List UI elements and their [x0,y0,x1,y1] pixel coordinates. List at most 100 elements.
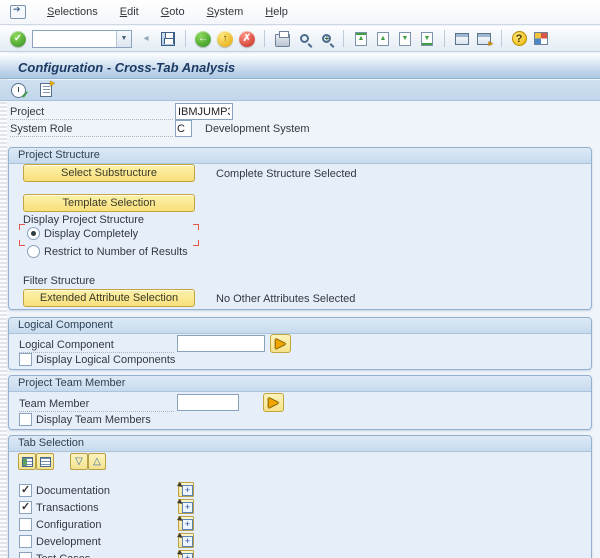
create-shortcut-button[interactable] [474,29,494,49]
attribute-status: No Other Attributes Selected [216,293,355,305]
find-button[interactable] [294,29,314,49]
logical-component-label: Logical Component [19,338,174,353]
tab-detail-button[interactable] [178,550,194,558]
tab-label-configuration[interactable]: Configuration [36,519,101,531]
deselect-all-button[interactable] [36,453,54,470]
command-input[interactable] [33,33,116,45]
substructure-status: Complete Structure Selected [216,168,357,180]
system-menu-icon[interactable] [10,5,26,19]
tab-checkbox-configuration[interactable] [19,518,32,531]
logical-component-title: Logical Component [9,318,591,334]
toolbar-separator [444,30,445,47]
display-project-structure-heading: Display Project Structure [23,214,144,226]
template-selection-button[interactable]: Template Selection [23,194,195,212]
team-member-multi-select-button[interactable]: ▶ [263,393,284,412]
page-up-button[interactable]: ▲ [373,29,393,49]
exit-icon: ↑ [217,31,233,47]
project-input[interactable] [175,103,233,120]
display-logical-components-label[interactable]: Display Logical Components [36,354,175,366]
cancel-button[interactable]: ✗ [237,29,257,49]
tab-selection-title: Tab Selection [9,436,591,452]
execute-button[interactable] [8,80,28,100]
first-page-button[interactable]: ▲ [351,29,371,49]
system-role-label: System Role [10,122,173,137]
system-role-text: Development System [205,123,310,135]
toolbar-separator [264,30,265,47]
tab-checkbox-development[interactable] [19,535,32,548]
find-next-icon [322,34,331,43]
print-button[interactable] [272,29,292,49]
page-down-button[interactable]: ▼ [395,29,415,49]
tab-label-test-cases[interactable]: Test Cases [36,553,90,558]
radio-restrict-results-label[interactable]: Restrict to Number of Results [44,246,188,258]
select-all-button[interactable] [18,453,36,470]
team-member-label: Team Member [19,397,174,412]
customize-layout-button[interactable] [531,29,551,49]
menu-edit[interactable]: Edit [109,2,150,22]
back-button[interactable]: ← [193,29,213,49]
filter-up-button[interactable]: △ [88,453,106,470]
radio-display-completely-label[interactable]: Display Completely [44,228,138,240]
system-role-input[interactable] [175,120,192,137]
last-page-icon: ▼ [421,32,433,46]
exit-button[interactable]: ↑ [215,29,235,49]
tab-label-transactions[interactable]: Transactions [36,502,99,514]
application-toolbar [0,80,600,101]
arrow-right-icon: ▶ [276,336,285,350]
arrow-right-icon: ▶ [269,395,278,409]
tab-label-documentation[interactable]: Documentation [36,485,110,497]
standard-toolbar: ✓ ▼ ◂ ← ↑ ✗ ▲ ▲ ▼ ▼ ? [0,26,600,52]
sap-window: Selections Edit Goto System Help ✓ ▼ ◂ ←… [0,0,600,558]
collapse-command-button[interactable]: ◂ [136,29,156,49]
tab-detail-button[interactable] [178,482,194,497]
new-session-button[interactable] [452,29,472,49]
command-field[interactable]: ▼ [32,30,132,48]
filter-down-icon: ▽ [75,457,83,467]
tab-detail-button[interactable] [178,499,194,514]
tab-checkbox-test-cases[interactable] [19,552,32,558]
display-logical-components-checkbox[interactable] [19,353,32,366]
toolbar-separator [185,30,186,47]
menu-help[interactable]: Help [254,2,299,22]
back-icon: ← [195,31,211,47]
menu-selections[interactable]: Selections [36,2,109,22]
extended-attribute-selection-button[interactable]: Extended Attribute Selection [23,289,195,307]
tab-checkbox-documentation[interactable] [19,484,32,497]
filter-down-button[interactable]: ▽ [70,453,88,470]
team-member-input[interactable] [177,394,239,411]
help-button[interactable]: ? [509,29,529,49]
menu-system[interactable]: System [196,2,255,22]
project-structure-group: Project Structure Select Substructure Co… [8,147,592,310]
logical-component-input[interactable] [177,335,265,352]
last-page-button[interactable]: ▼ [417,29,437,49]
enter-button[interactable]: ✓ [8,29,28,49]
chevron-down-icon[interactable]: ▼ [116,31,131,47]
get-variant-icon [40,83,52,97]
display-team-members-checkbox[interactable] [19,413,32,426]
logical-component-group: Logical Component Logical Component ▶ Di… [8,317,592,370]
tab-detail-button[interactable] [178,516,194,531]
new-session-icon [455,33,469,45]
logical-component-multi-select-button[interactable]: ▶ [270,334,291,353]
get-variant-button[interactable] [36,80,56,100]
find-next-button[interactable] [316,29,336,49]
tab-detail-button[interactable] [178,533,194,548]
menu-bar: Selections Edit Goto System Help [0,0,600,25]
display-team-members-label[interactable]: Display Team Members [36,414,151,426]
radio-display-completely[interactable] [27,227,40,240]
page-title: Configuration - Cross-Tab Analysis [0,54,600,79]
menu-goto[interactable]: Goto [150,2,196,22]
select-substructure-button[interactable]: Select Substructure [23,164,195,182]
project-label: Project [10,105,173,120]
save-button[interactable] [158,29,178,49]
focus-corner [19,240,25,246]
tab-checkbox-transactions[interactable] [19,501,32,514]
focus-corner [193,240,199,246]
radio-restrict-results[interactable] [27,245,40,258]
focus-corner [193,224,199,230]
select-all-icon [22,457,33,467]
filter-structure-heading: Filter Structure [23,275,95,287]
customize-layout-icon [534,32,548,45]
tab-label-development[interactable]: Development [36,536,101,548]
project-structure-title: Project Structure [9,148,591,164]
